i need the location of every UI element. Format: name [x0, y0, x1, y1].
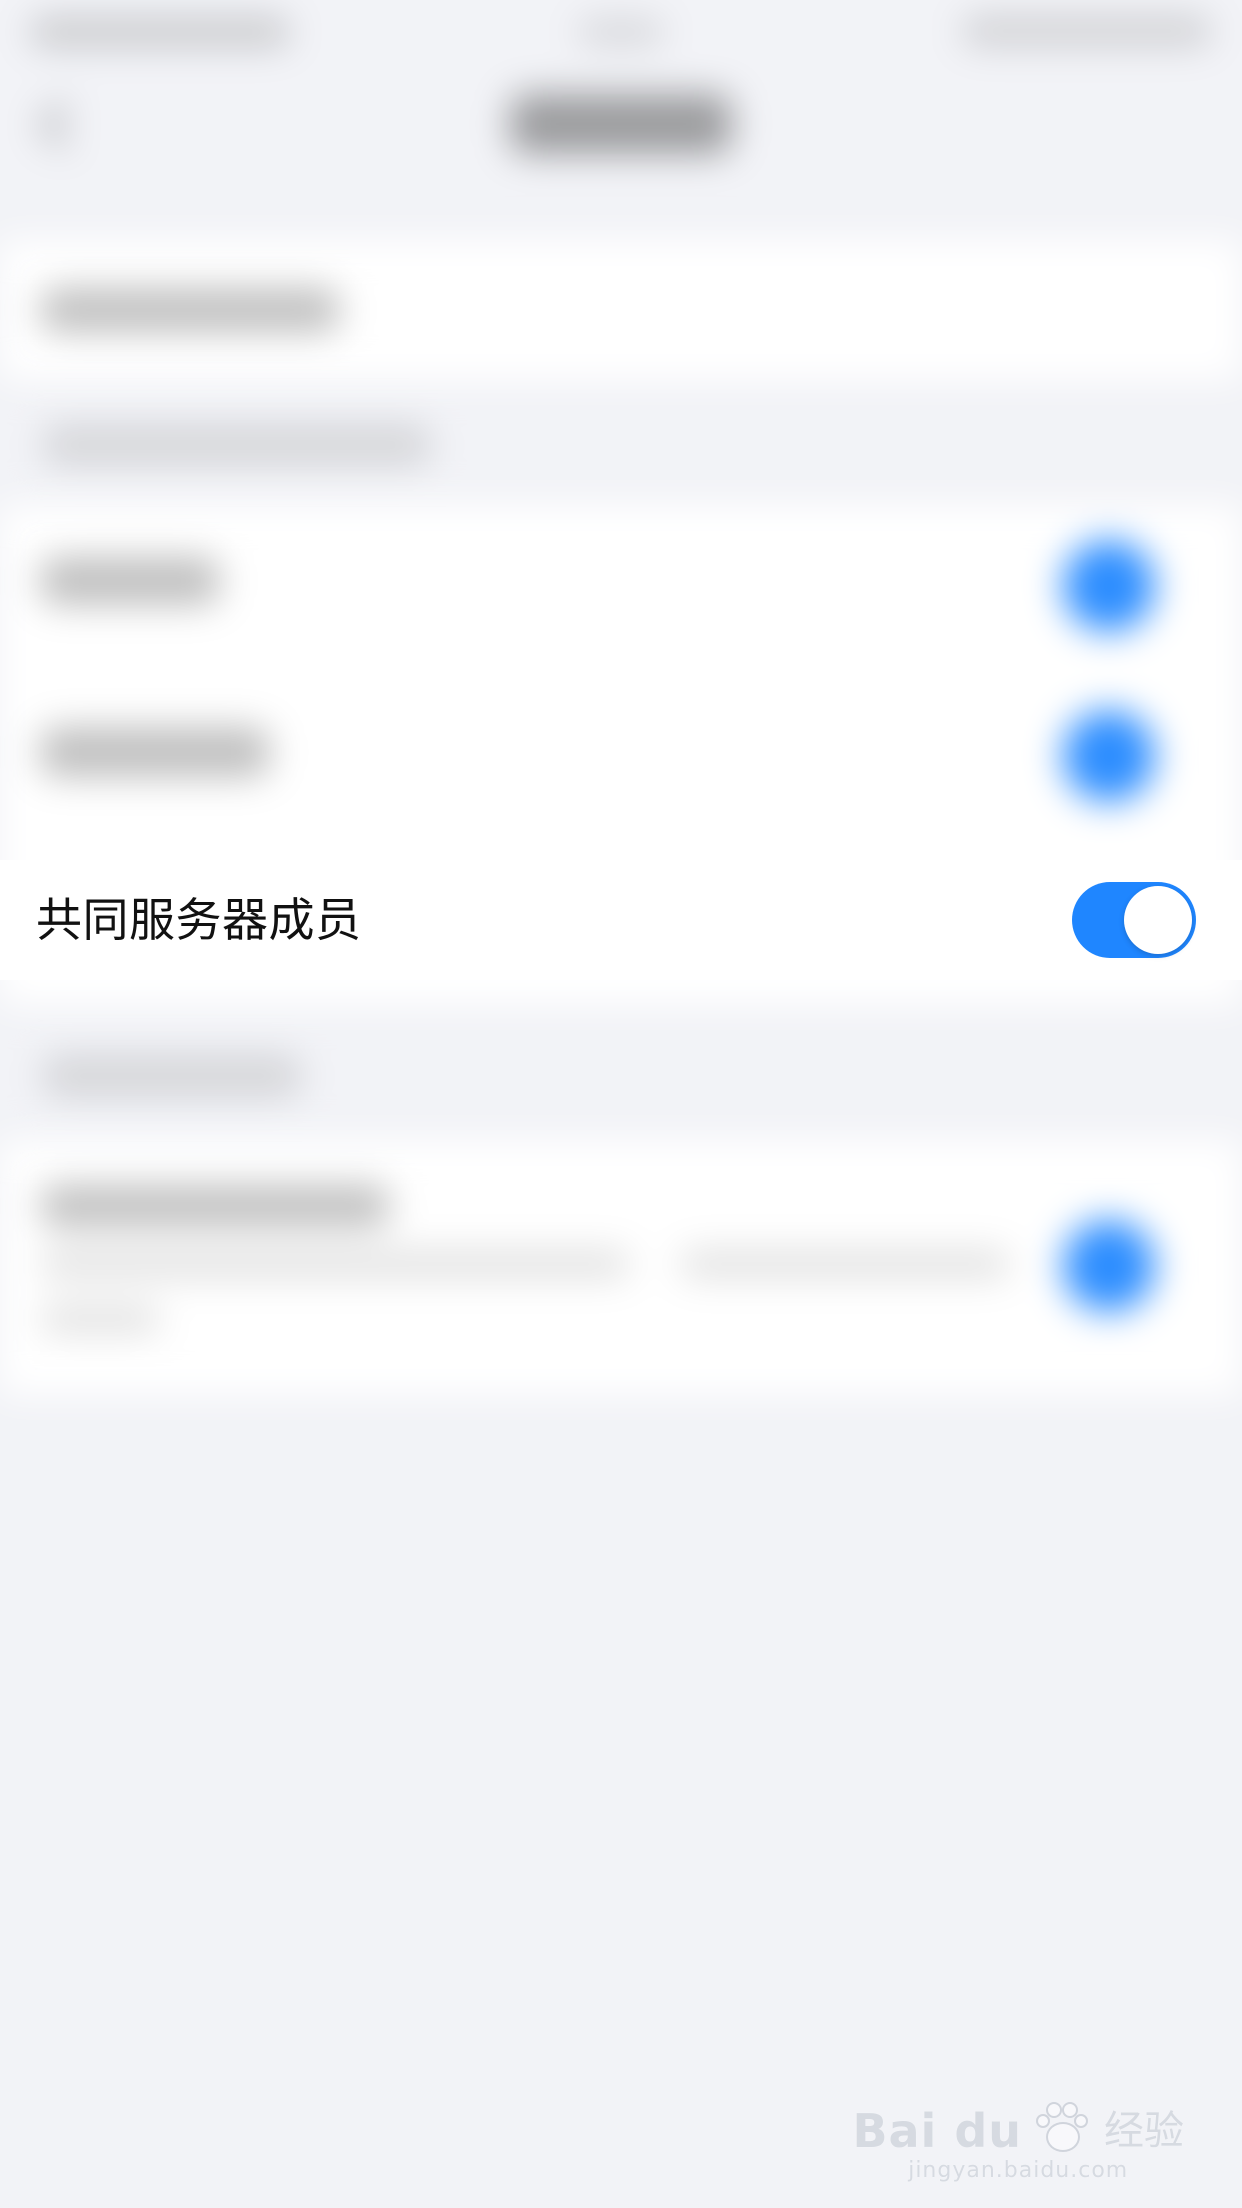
watermark-brand: Bai du	[852, 2104, 1022, 2158]
watermark-product: 经验	[1104, 2108, 1184, 2154]
blurred-row-label	[40, 557, 220, 605]
page-title-placeholder	[510, 94, 732, 154]
shared-server-members-setting[interactable]: 共同服务器成员	[0, 860, 1242, 980]
status-indicators	[962, 16, 1212, 46]
settings-card-bottom	[0, 1140, 1242, 1395]
setting-label: 共同服务器成员	[36, 893, 362, 947]
blurred-section-header	[42, 1055, 302, 1097]
chevron-left-icon[interactable]	[38, 100, 88, 150]
privacy-settings-screen: 共同服务器成员 Bai du 经验 jingyan.baidu.com	[0, 0, 1242, 2208]
blurred-toggle	[1063, 710, 1155, 802]
blurred-row-label	[40, 288, 340, 332]
status-left-info	[30, 18, 290, 46]
settings-card-top	[0, 240, 1242, 380]
blurred-row-description	[680, 1250, 1010, 1278]
blurred-toggle	[1063, 1220, 1155, 1312]
navigation-bar	[0, 64, 1242, 196]
toggle-switch-icon[interactable]	[1072, 882, 1196, 958]
watermark: Bai du 经验 jingyan.baidu.com	[852, 2102, 1184, 2184]
watermark-url: jingyan.baidu.com	[908, 2158, 1129, 2183]
blurred-row-label	[40, 1185, 390, 1227]
blurred-toggle	[1063, 540, 1155, 632]
blurred-row-description	[40, 1250, 630, 1278]
toggle-knob	[1124, 886, 1192, 954]
blurred-row-label	[40, 727, 270, 777]
blurred-row-description	[40, 1305, 160, 1333]
blurred-background-content	[0, 0, 1242, 2208]
status-time	[578, 20, 664, 44]
status-bar	[0, 0, 1242, 64]
blurred-section-header	[42, 425, 432, 465]
watermark-top-row: Bai du 经验	[852, 2102, 1184, 2156]
paw-logo-icon	[1028, 2102, 1092, 2156]
